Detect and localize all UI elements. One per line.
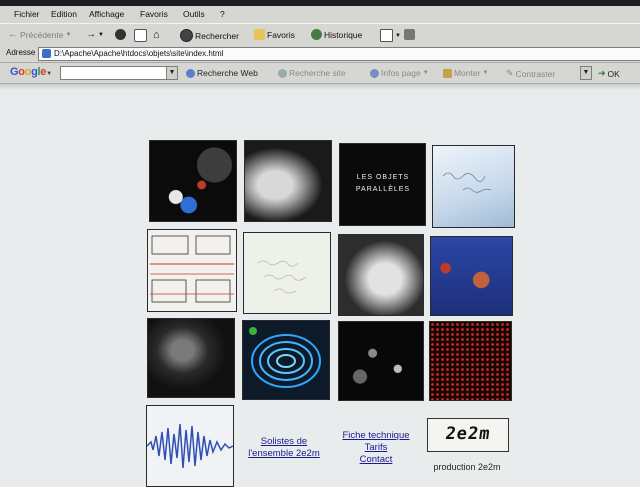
chevron-down-icon: ▼ [98, 31, 104, 38]
history-label: Historique [324, 29, 363, 40]
menu-help[interactable]: ? [220, 9, 225, 19]
score-sketch-drawing [150, 235, 234, 303]
rates-link[interactable]: Tarifs [336, 442, 416, 454]
stop-button[interactable] [115, 29, 126, 40]
page-info-label: Infos page [381, 68, 421, 78]
menu-edition[interactable]: Edition [51, 9, 77, 19]
chevron-down-icon: ▼ [482, 70, 489, 76]
star-folder-icon [254, 29, 265, 40]
favorites-button[interactable]: Favoris [254, 29, 295, 40]
search-icon [180, 29, 193, 42]
up-label: Monter [454, 68, 481, 78]
chevron-down-icon: ▼ [65, 31, 72, 38]
highlighter-icon: ✎ [506, 68, 514, 78]
menu-favoris[interactable]: Favoris [140, 9, 168, 19]
thumbnail-man-at-desk[interactable] [147, 318, 235, 398]
thumbnail-performer-blue[interactable] [430, 236, 513, 316]
thumbnail-dark-scene[interactable] [338, 321, 424, 401]
menu-affichage[interactable]: Affichage [89, 9, 124, 19]
2e2m-logo-text: 2e2m [444, 424, 492, 444]
site-search-label: Recherche site [289, 68, 346, 78]
address-input[interactable]: D:\Apache\Apache\htdocs\objets\site\inde… [38, 47, 640, 61]
google-search-input[interactable] [60, 66, 178, 80]
standard-toolbar: ← Précédente ▼ → ▼ ⌂ Rechercher Favoris … [0, 23, 640, 47]
search-button[interactable]: Rechercher [180, 29, 239, 42]
history-button[interactable]: Historique [311, 29, 362, 40]
search-site-icon [278, 68, 287, 78]
search-label: Rechercher [195, 30, 239, 41]
thumbnail-title-card[interactable]: LES OBJETS PARALLÈLES [339, 143, 426, 226]
search-web-icon [186, 68, 195, 78]
mail-button[interactable]: ▼ [380, 29, 401, 42]
web-search-label: Recherche Web [197, 68, 258, 78]
address-bar: Adresse D:\Apache\Apache\htdocs\objets\s… [0, 45, 640, 63]
google-toolbar: Google▼ ▼ Recherche Web Recherche site I… [0, 63, 640, 84]
faint-scribble [257, 260, 307, 294]
address-url: D:\Apache\Apache\htdocs\objets\site\inde… [54, 49, 224, 58]
history-icon [311, 29, 322, 40]
thumbnail-red-dot-grid[interactable] [429, 321, 512, 401]
folder-up-icon [443, 68, 452, 78]
forward-arrow-icon: → [86, 29, 96, 40]
print-button[interactable] [404, 29, 415, 40]
tech-sheet-link[interactable]: Fiche technique [336, 430, 416, 442]
forward-button[interactable]: → ▼ [86, 29, 104, 40]
menu-outils[interactable]: Outils [183, 9, 205, 19]
chevron-down-icon: ▼ [395, 32, 401, 39]
contact-link[interactable]: Contact [336, 454, 416, 466]
back-arrow-icon: ← [8, 29, 18, 40]
home-icon: ⌂ [153, 29, 160, 41]
thumbnail-handwriting-blue[interactable] [432, 145, 515, 228]
soloists-link[interactable]: Solistes de l'ensemble 2e2m [238, 436, 330, 460]
address-dropdown[interactable]: ▼ [580, 66, 592, 80]
refresh-button[interactable] [134, 29, 147, 42]
info-icon [370, 68, 379, 78]
favorites-label: Favoris [267, 29, 295, 40]
contrast-label: Contraster [515, 68, 556, 79]
content-top-shadow [0, 84, 640, 90]
waveform-graphic [147, 423, 233, 469]
thumbnail-blue-spiral[interactable] [242, 320, 330, 400]
stop-icon [115, 29, 126, 40]
go-arrow-icon: ➜ [598, 68, 606, 78]
thumbnail-abstract-colors[interactable] [149, 140, 237, 222]
chevron-down-icon: ▼ [422, 70, 429, 76]
mail-icon [380, 29, 393, 42]
site-search-button[interactable]: Recherche site [278, 68, 346, 78]
browser-chrome: Fichier Edition Affichage Favoris Outils… [0, 0, 640, 90]
thumbnail-face-closeup[interactable] [244, 140, 332, 222]
web-search-button[interactable]: Recherche Web [186, 68, 258, 78]
google-search-dropdown[interactable]: ▼ [166, 66, 178, 80]
menu-bar: Fichier Edition Affichage Favoris Outils… [0, 6, 640, 23]
printer-icon [404, 29, 415, 40]
back-button[interactable]: ← Précédente ▼ [8, 29, 71, 40]
spiral-graphic [249, 327, 321, 388]
production-caption: production 2e2m [433, 462, 501, 472]
title-card-text: LES OBJETS PARALLÈLES [355, 174, 411, 193]
menu-fichier[interactable]: Fichier [14, 9, 40, 19]
thumbnail-faint-writing[interactable] [243, 232, 331, 314]
go-button[interactable]: ➜ OK [598, 68, 620, 79]
thumbnail-waveform[interactable] [146, 405, 234, 487]
contrast-button[interactable]: ✎ Contraster [506, 68, 555, 79]
ok-label: OK [607, 68, 620, 79]
thumbnail-score-sketch[interactable] [147, 229, 237, 312]
home-button[interactable]: ⌂ [153, 29, 160, 41]
address-label: Adresse [6, 48, 36, 57]
thumbnail-portrait-woman[interactable] [338, 234, 424, 316]
google-logo[interactable]: Google▼ [10, 66, 52, 78]
back-label: Précédente [20, 29, 64, 40]
2e2m-logo[interactable]: 2e2m [427, 418, 509, 452]
page-icon [42, 49, 51, 58]
up-button[interactable]: Monter ▼ [443, 68, 488, 78]
page-info-button[interactable]: Infos page ▼ [370, 68, 429, 78]
handwriting-scribble [442, 172, 492, 193]
refresh-icon [134, 29, 147, 42]
